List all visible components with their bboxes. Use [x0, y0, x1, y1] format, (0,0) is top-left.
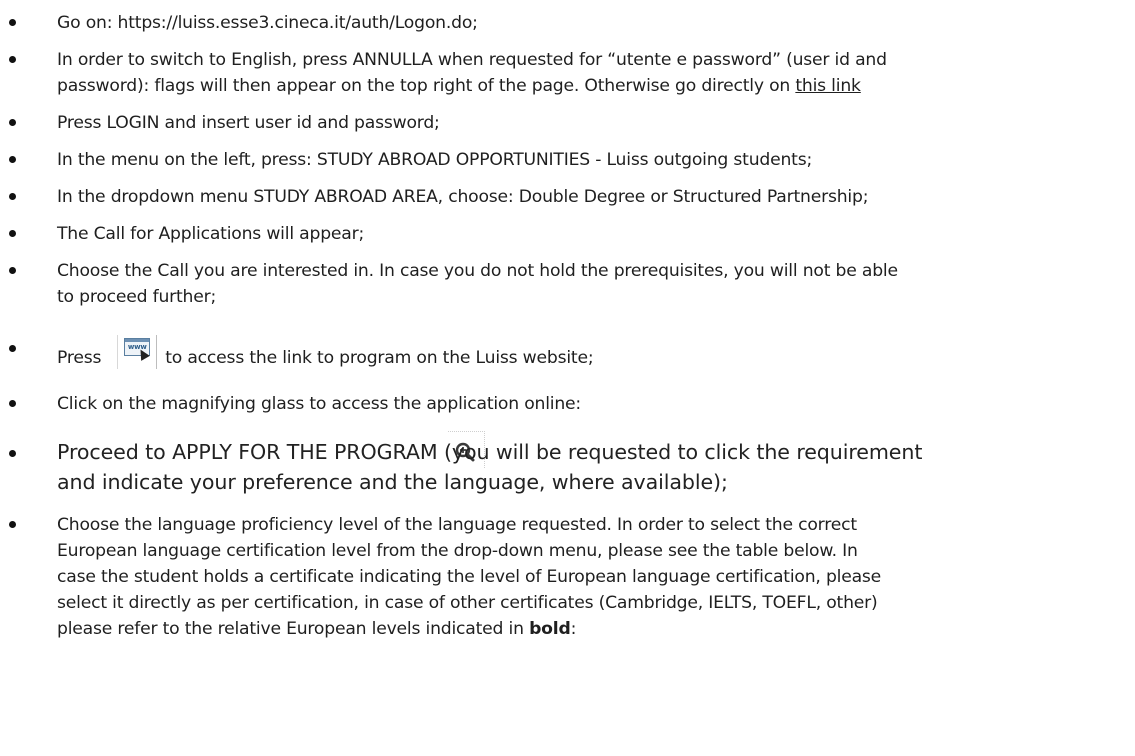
bullet: [9, 267, 16, 274]
item-text: :: [570, 619, 577, 639]
item-text-line: Choose the language proficiency level of…: [57, 515, 857, 535]
item-text: Go on: https://luiss.esse3.cineca.it/aut…: [57, 13, 478, 33]
item-text-line: European language certification level fr…: [57, 541, 858, 561]
bullet: [9, 521, 16, 528]
instructions-document: Go on: https://luiss.esse3.cineca.it/aut…: [0, 0, 1135, 756]
bold-text: bold: [529, 619, 571, 639]
this-link[interactable]: this link: [795, 76, 861, 96]
item-text-line: password): flags will then appear on the…: [57, 74, 1127, 98]
item-text-line: In order to switch to English, press ANN…: [57, 50, 887, 70]
item-text: In the dropdown menu STUDY ABROAD AREA, …: [57, 187, 869, 207]
item-text-line: select it directly as per certification,…: [57, 593, 878, 613]
item-text-line: Proceed to APPLY FOR THE PROGRAM (you wi…: [57, 440, 923, 464]
bullet: [9, 450, 16, 457]
item-text: Click on the magnifying glass to access …: [57, 394, 582, 414]
item-text: password): flags will then appear on the…: [57, 76, 796, 96]
bullet: [9, 230, 16, 237]
www-link-icon: www: [117, 335, 158, 369]
item-text-line: to proceed further;: [57, 287, 217, 307]
item-text-line: Press www to access the link to program on…: [57, 335, 1127, 375]
bullet: [9, 400, 16, 407]
bullet: [9, 56, 16, 63]
item-text: In the menu on the left, press: STUDY AB…: [57, 150, 813, 170]
item-text: Press: [57, 348, 102, 368]
bullet: [9, 156, 16, 163]
bullet: [9, 19, 16, 26]
item-text: please refer to the relative European le…: [57, 619, 530, 639]
item-text: Press LOGIN and insert user id and passw…: [57, 113, 440, 133]
item-text: The Call for Applications will appear;: [57, 224, 365, 244]
item-text-line: and indicate your preference and the lan…: [57, 470, 728, 494]
item-text-line: please refer to the relative European le…: [57, 617, 1127, 641]
item-text: to access the link to program on the Lui…: [165, 348, 594, 368]
bullet: [9, 345, 16, 352]
bullet: [9, 119, 16, 126]
bullet: [9, 193, 16, 200]
item-text-line: case the student holds a certificate ind…: [57, 567, 882, 587]
item-text-line: Choose the Call you are interested in. I…: [57, 261, 898, 281]
